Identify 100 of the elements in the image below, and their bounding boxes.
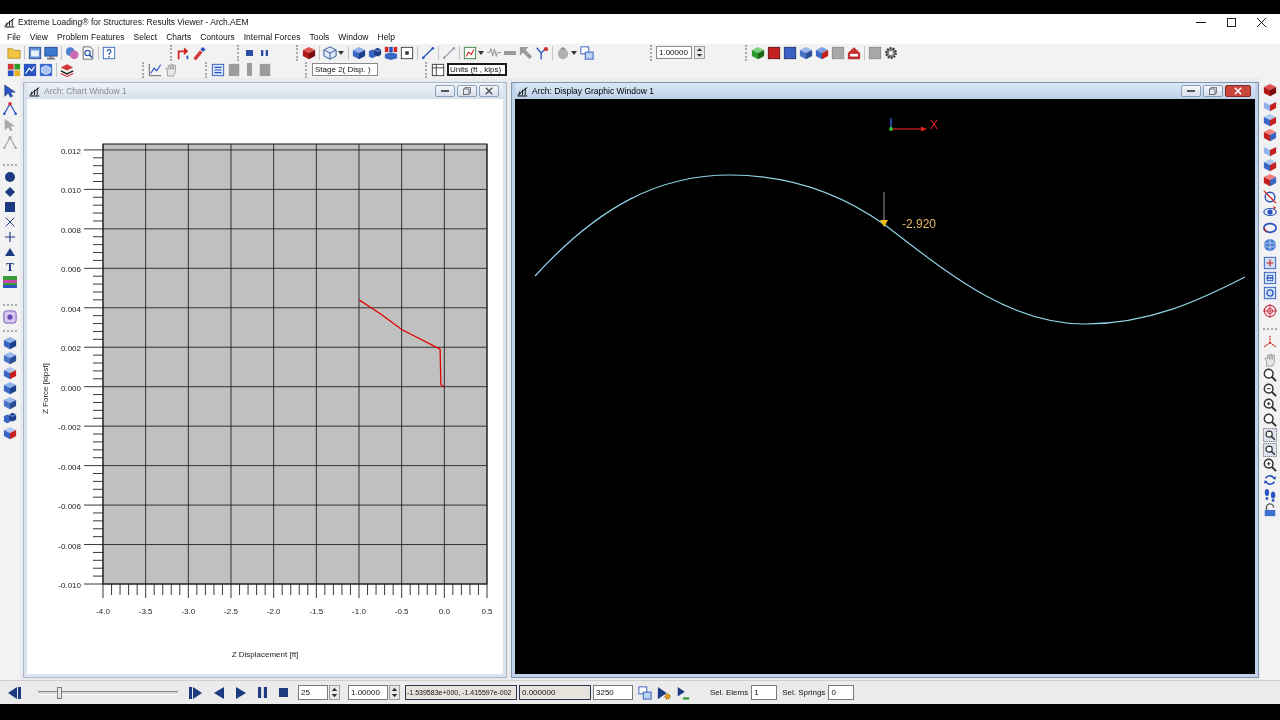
menu-item[interactable]: Window bbox=[338, 32, 369, 42]
frame-plus-icon[interactable] bbox=[1263, 256, 1277, 270]
step-back-icon[interactable] bbox=[8, 686, 21, 699]
footprints-icon[interactable] bbox=[1263, 488, 1277, 502]
menu-item[interactable]: Tools bbox=[309, 32, 330, 42]
fork-icon[interactable] bbox=[535, 45, 549, 60]
square-icon[interactable] bbox=[783, 45, 797, 60]
frame-circle-icon[interactable] bbox=[1263, 286, 1277, 300]
sphere-icon[interactable] bbox=[1263, 238, 1277, 252]
rotate-icon[interactable] bbox=[1263, 473, 1277, 487]
pause-icon[interactable] bbox=[258, 687, 267, 698]
selection-field[interactable]: 0 bbox=[828, 685, 855, 700]
cube-icon[interactable] bbox=[3, 366, 17, 380]
nodes-icon[interactable] bbox=[3, 101, 17, 115]
table-icon[interactable] bbox=[431, 62, 445, 77]
step-forward-icon[interactable] bbox=[189, 686, 202, 699]
rounded-square-icon[interactable] bbox=[3, 310, 17, 324]
wireframe-cube-icon[interactable] bbox=[323, 45, 337, 60]
brush-icon[interactable] bbox=[192, 45, 206, 60]
line-icon[interactable] bbox=[421, 45, 435, 60]
slider-thumb[interactable] bbox=[57, 686, 63, 699]
windows-icon[interactable] bbox=[638, 685, 652, 700]
cubes-icon[interactable] bbox=[368, 45, 382, 60]
cube-icon[interactable] bbox=[302, 45, 316, 60]
windows-icon[interactable] bbox=[580, 45, 594, 60]
minimize-button[interactable] bbox=[1181, 85, 1201, 97]
cube-icon[interactable] bbox=[815, 45, 829, 60]
caret-icon[interactable] bbox=[338, 50, 344, 55]
plus-icon[interactable] bbox=[5, 232, 15, 242]
spin-arrows-icon[interactable] bbox=[329, 685, 340, 700]
text-tool-button[interactable]: T bbox=[6, 260, 14, 275]
zoom-box-icon[interactable] bbox=[1263, 443, 1277, 457]
menu-item[interactable]: Problem Features bbox=[57, 32, 125, 42]
menu-item[interactable]: Charts bbox=[166, 32, 192, 42]
chart-icon[interactable] bbox=[463, 45, 477, 60]
circles-icon[interactable] bbox=[65, 45, 79, 60]
cube-icon[interactable] bbox=[1263, 98, 1277, 112]
crossed-circle-icon[interactable] bbox=[1263, 190, 1277, 204]
cube-icon[interactable] bbox=[3, 426, 17, 440]
cube-icon[interactable] bbox=[1263, 158, 1277, 172]
cube-icon[interactable] bbox=[352, 45, 366, 60]
gear-icon[interactable] bbox=[884, 45, 898, 60]
menu-item[interactable]: File bbox=[7, 32, 21, 42]
cubes-icon[interactable] bbox=[3, 411, 17, 425]
caret-icon[interactable] bbox=[478, 50, 484, 55]
selection-field[interactable]: 1 bbox=[751, 685, 778, 700]
cube-icon[interactable] bbox=[1263, 128, 1277, 142]
stage-field[interactable]: Stage 2( Disp. ) bbox=[312, 63, 378, 76]
menu-item[interactable]: Internal Forces bbox=[243, 32, 301, 42]
stop-icon[interactable] bbox=[246, 49, 253, 56]
units-field[interactable]: Units (ft , kips) bbox=[447, 63, 507, 76]
number-field[interactable]: 3250 bbox=[593, 685, 633, 700]
tiles-icon[interactable] bbox=[7, 62, 21, 77]
cube-icon[interactable] bbox=[3, 396, 17, 410]
page-magnifier-icon[interactable] bbox=[81, 45, 95, 60]
square-icon[interactable] bbox=[767, 45, 781, 60]
zoom-icon[interactable] bbox=[1263, 383, 1277, 397]
close-button[interactable] bbox=[1225, 85, 1251, 97]
circle-icon[interactable] bbox=[5, 172, 15, 182]
x-mark-icon[interactable] bbox=[5, 217, 15, 227]
zoom-icon[interactable] bbox=[1263, 458, 1277, 472]
help-icon[interactable] bbox=[102, 45, 116, 60]
ellipse-icon[interactable] bbox=[1263, 220, 1277, 234]
cube-icon[interactable] bbox=[1263, 83, 1277, 97]
zoom-icon[interactable] bbox=[1263, 413, 1277, 427]
zoom-icon[interactable] bbox=[1263, 368, 1277, 382]
cube-icon[interactable] bbox=[3, 381, 17, 395]
house-icon[interactable] bbox=[847, 45, 861, 60]
window-icon[interactable] bbox=[28, 45, 42, 60]
caret-icon[interactable] bbox=[571, 50, 577, 55]
zoom-icon[interactable] bbox=[1263, 398, 1277, 412]
list-icon[interactable] bbox=[211, 62, 225, 77]
target-icon[interactable] bbox=[1263, 304, 1277, 318]
menu-item[interactable]: Help bbox=[377, 32, 395, 42]
cube-icon[interactable] bbox=[799, 45, 813, 60]
spin-arrows-icon[interactable] bbox=[694, 46, 705, 59]
cube-icon[interactable] bbox=[3, 336, 17, 350]
pause-icon[interactable] bbox=[261, 49, 268, 56]
frame-minus-icon[interactable] bbox=[1263, 271, 1277, 285]
blocks-icon[interactable] bbox=[384, 45, 398, 60]
lock-icon[interactable] bbox=[1263, 503, 1277, 517]
zoom-box-icon[interactable] bbox=[1263, 428, 1277, 442]
hexagon-tile-icon[interactable] bbox=[39, 62, 53, 77]
orbit-icon[interactable] bbox=[1263, 205, 1277, 219]
diamond-icon[interactable] bbox=[5, 187, 15, 197]
nodes-icon[interactable] bbox=[3, 135, 17, 149]
spin-arrows-icon[interactable] bbox=[389, 685, 400, 700]
arrows-icon[interactable] bbox=[176, 45, 190, 60]
play-line-icon[interactable] bbox=[676, 685, 690, 700]
pointer-icon[interactable] bbox=[3, 84, 17, 98]
line-chart-icon[interactable] bbox=[148, 62, 162, 77]
number-field[interactable]: 1.00000 bbox=[348, 685, 388, 700]
box-icon[interactable] bbox=[400, 45, 414, 60]
cube-icon[interactable] bbox=[1263, 143, 1277, 157]
menu-item[interactable]: Select bbox=[133, 32, 158, 42]
menu-item[interactable]: Contours bbox=[200, 32, 235, 42]
axes-icon[interactable] bbox=[1263, 334, 1277, 348]
number-field[interactable]: 1.00000 bbox=[656, 46, 692, 59]
cube-icon[interactable] bbox=[3, 351, 17, 365]
cube-icon[interactable] bbox=[751, 45, 765, 60]
